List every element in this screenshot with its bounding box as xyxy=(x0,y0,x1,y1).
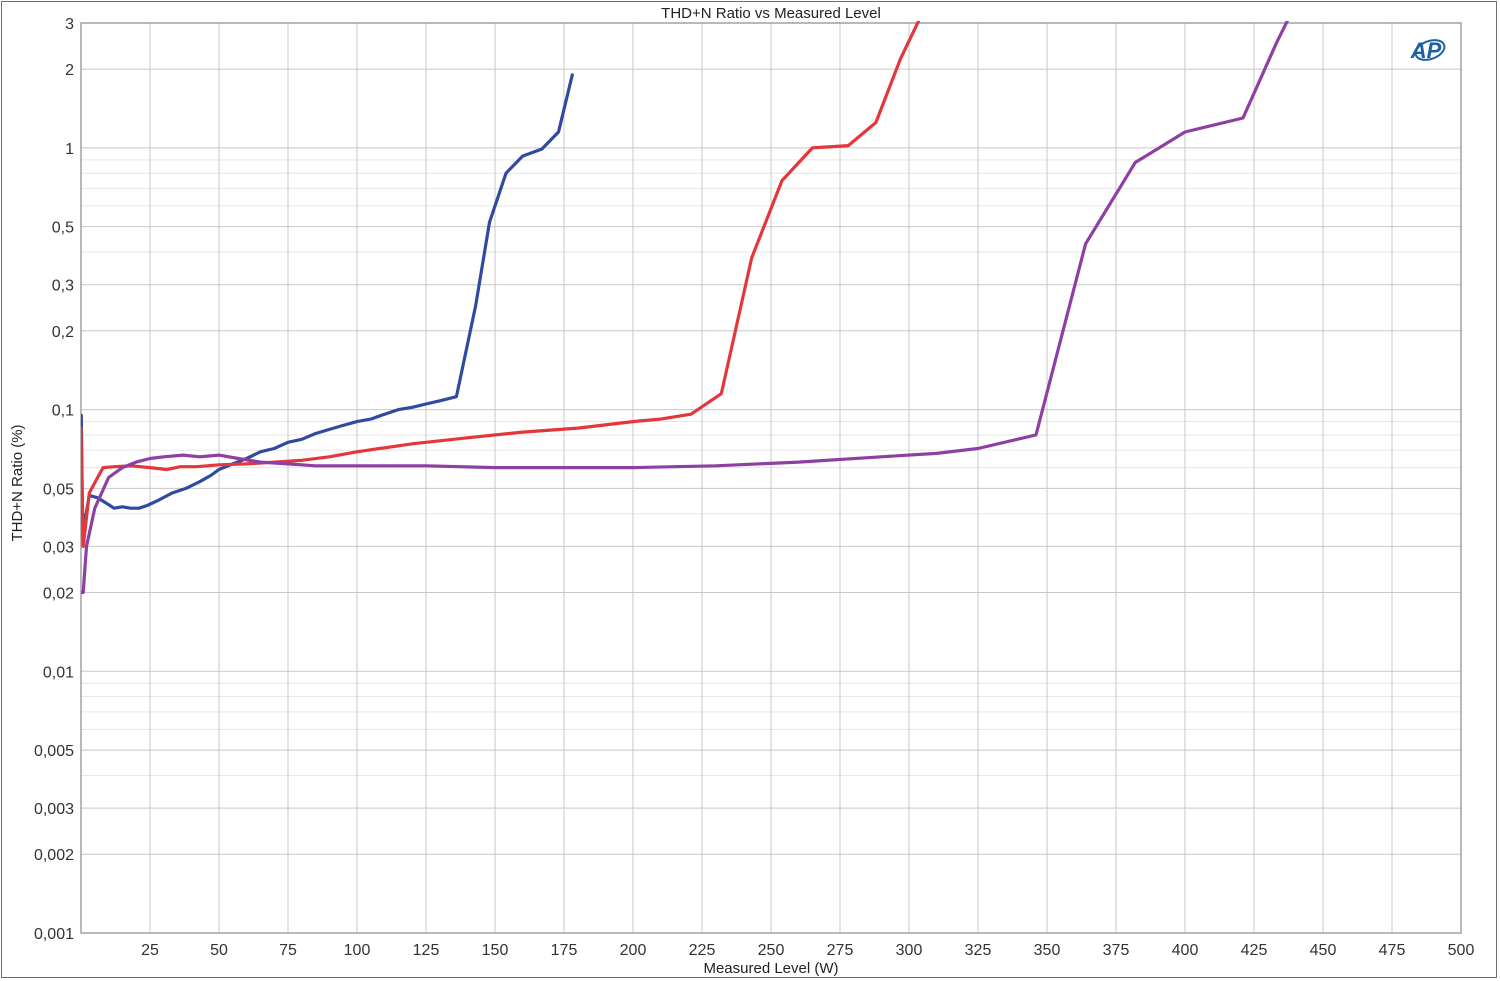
y-tick-label: 0,003 xyxy=(34,801,74,818)
y-tick-label: 0,03 xyxy=(43,539,74,556)
x-tick-label: 175 xyxy=(551,942,578,959)
x-tick-label: 50 xyxy=(210,942,228,959)
x-tick-label: 350 xyxy=(1034,942,1061,959)
y-tick-label: 0,02 xyxy=(43,586,74,603)
x-tick-label: 475 xyxy=(1379,942,1406,959)
x-tick-label: 200 xyxy=(620,942,647,959)
y-axis-label: THD+N Ratio (%) xyxy=(9,424,26,541)
y-tick-label: 0,05 xyxy=(43,481,74,498)
y-tick-label: 2 xyxy=(65,62,74,79)
y-tick-label: 0,002 xyxy=(34,847,74,864)
y-tick-label: 0,2 xyxy=(52,324,74,341)
ap-logo: AP xyxy=(1410,38,1446,63)
x-tick-label: 450 xyxy=(1310,942,1337,959)
thd-n-chart: 3 2 1 0,5 0,3 0,2 0,1 0,05 0,03 0,02 0,01 0,005 0,00… xyxy=(9,5,1474,977)
y-tick-label: 1 xyxy=(65,141,74,158)
y-tick-label: 0,5 xyxy=(52,220,74,237)
x-tick-label: 300 xyxy=(896,942,923,959)
grid-major xyxy=(81,22,1462,934)
x-axis-label: Measured Level (W) xyxy=(703,960,838,977)
x-tick-label: 100 xyxy=(344,942,371,959)
y-tick-label: 0,005 xyxy=(34,743,74,760)
y-tick-label: 0,3 xyxy=(52,278,74,295)
y-tick-label: 0,01 xyxy=(43,664,74,681)
x-tick-label: 225 xyxy=(689,942,716,959)
ap-logo-text: AP xyxy=(1410,38,1442,63)
y-tick-label: 3 xyxy=(65,16,74,33)
x-tick-label: 425 xyxy=(1241,942,1268,959)
chart-title: THD+N Ratio vs Measured Level xyxy=(661,5,881,22)
series-line-1 xyxy=(81,73,574,522)
series-lines xyxy=(81,21,1290,595)
y-tick-label: 0,001 xyxy=(34,926,74,943)
y-axis-ticks: 3 2 1 0,5 0,3 0,2 0,1 0,05 0,03 0,02 0,01 0,005 0,00… xyxy=(34,16,74,943)
x-tick-label: 400 xyxy=(1172,942,1199,959)
x-tick-label: 325 xyxy=(965,942,992,959)
series-line-3 xyxy=(81,21,1290,595)
x-tick-label: 250 xyxy=(758,942,785,959)
x-tick-label: 275 xyxy=(827,942,854,959)
y-tick-label: 0,1 xyxy=(52,403,74,420)
x-axis-ticks: 25 50 75 100 125 150 175 200 225 250 275 300 325 350 3… xyxy=(141,942,1474,959)
x-tick-label: 75 xyxy=(279,942,297,959)
x-tick-label: 375 xyxy=(1103,942,1130,959)
chart-frame: 3 2 1 0,5 0,3 0,2 0,1 0,05 0,03 0,02 0,01 0,005 0,00… xyxy=(1,1,1497,978)
x-tick-label: 125 xyxy=(413,942,440,959)
x-tick-label: 25 xyxy=(141,942,159,959)
x-tick-label: 150 xyxy=(482,942,509,959)
x-tick-label: 500 xyxy=(1448,942,1475,959)
